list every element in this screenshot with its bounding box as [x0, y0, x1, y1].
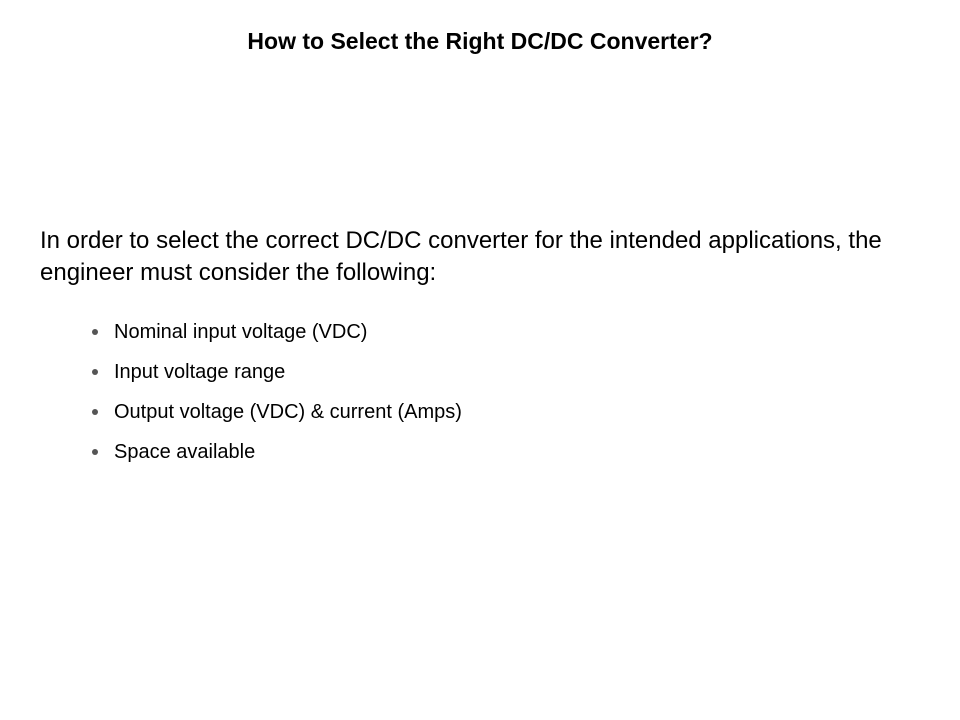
list-item: Input voltage range: [92, 358, 960, 386]
bullet-icon: [92, 329, 98, 335]
bullet-text: Space available: [114, 438, 960, 466]
bullet-icon: [92, 449, 98, 455]
bullet-icon: [92, 369, 98, 375]
slide-title: How to Select the Right DC/DC Converter?: [0, 0, 960, 55]
list-item: Nominal input voltage (VDC): [92, 318, 960, 346]
intro-paragraph: In order to select the correct DC/DC con…: [0, 55, 960, 290]
bullet-icon: [92, 409, 98, 415]
list-item: Space available: [92, 438, 960, 466]
bullet-text: Input voltage range: [114, 358, 960, 386]
bullet-list: Nominal input voltage (VDC) Input voltag…: [0, 290, 960, 466]
bullet-text: Nominal input voltage (VDC): [114, 318, 960, 346]
bullet-text: Output voltage (VDC) & current (Amps): [114, 398, 960, 426]
list-item: Output voltage (VDC) & current (Amps): [92, 398, 960, 426]
